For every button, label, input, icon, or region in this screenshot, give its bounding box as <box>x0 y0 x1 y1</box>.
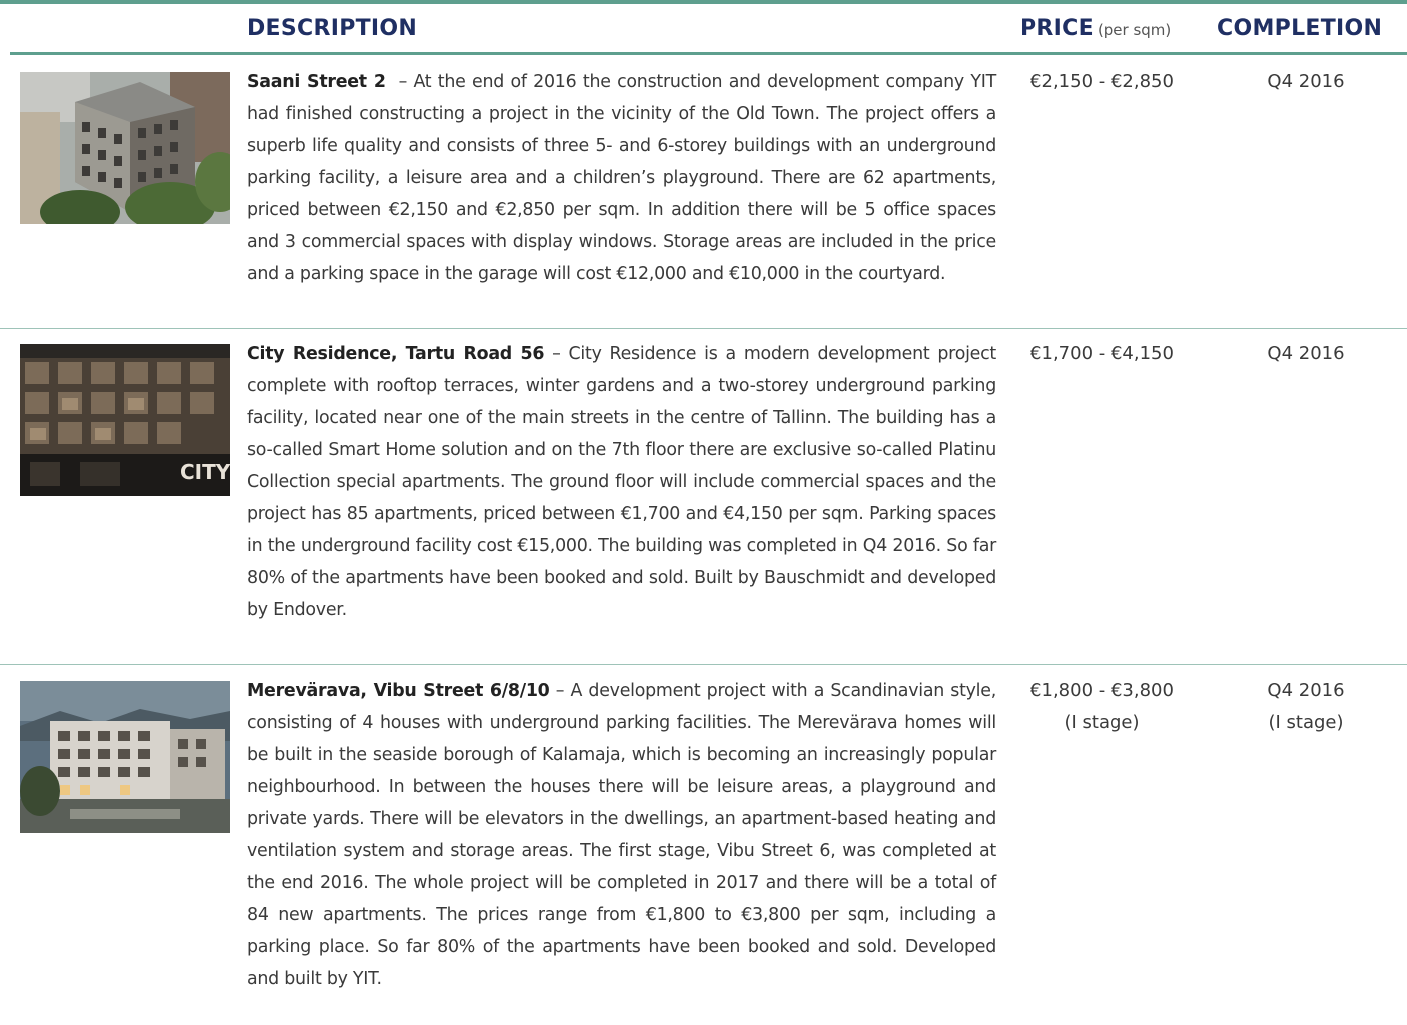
project-completion: Q4 2016 <box>1228 66 1384 98</box>
project-text: At the end of 2016 the construction and … <box>247 72 996 284</box>
price-header-label: PRICE <box>1020 16 1094 41</box>
column-header-price: PRICE (per sqm) <box>1020 16 1171 41</box>
price-range: €1,700 - €4,150 <box>1030 343 1174 364</box>
price-header-unit: (per sqm) <box>1097 21 1172 39</box>
city-sign-icon: CITY <box>180 460 230 484</box>
row-divider <box>0 664 1407 665</box>
price-note: (I stage) <box>1064 712 1140 733</box>
price-range: €1,800 - €3,800 <box>1030 680 1174 701</box>
header-divider <box>10 52 1407 55</box>
project-description: Merevärava, Vibu Street 6/8/10 – A devel… <box>247 675 996 995</box>
completion-date: Q4 2016 <box>1267 680 1345 701</box>
project-image <box>20 72 230 224</box>
title-separator: – <box>549 681 571 701</box>
project-description: City Residence, Tartu Road 56 – City Res… <box>247 338 996 626</box>
project-image: CITY <box>20 344 230 496</box>
project-price: €1,700 - €4,150 <box>1010 338 1194 370</box>
completion-note: (I stage) <box>1268 712 1344 733</box>
column-header-description: DESCRIPTION <box>247 16 418 41</box>
price-range: €2,150 - €2,850 <box>1030 71 1174 92</box>
column-header-completion: COMPLETION <box>1217 16 1383 41</box>
project-completion: Q4 2016 <box>1228 338 1384 370</box>
project-completion: Q4 2016 (I stage) <box>1228 675 1384 739</box>
project-text: City Residence is a modern development p… <box>247 344 996 620</box>
project-image <box>20 681 230 833</box>
project-price: €2,150 - €2,850 <box>1010 66 1194 98</box>
title-separator: – <box>544 344 569 364</box>
project-text: A development project with a Scandinavia… <box>247 681 996 989</box>
completion-date: Q4 2016 <box>1267 343 1345 364</box>
title-separator: – <box>385 72 414 92</box>
project-title: City Residence, Tartu Road 56 <box>247 344 545 364</box>
project-price: €1,800 - €3,800 (I stage) <box>1010 675 1194 739</box>
project-description: Saani Street 2 – At the end of 2016 the … <box>247 66 996 290</box>
table-header: DESCRIPTION PRICE (per sqm) COMPLETION <box>0 4 1407 52</box>
project-title: Merevärava, Vibu Street 6/8/10 <box>247 681 550 701</box>
project-title: Saani Street 2 <box>247 72 386 92</box>
completion-date: Q4 2016 <box>1267 71 1345 92</box>
row-divider <box>0 328 1407 329</box>
